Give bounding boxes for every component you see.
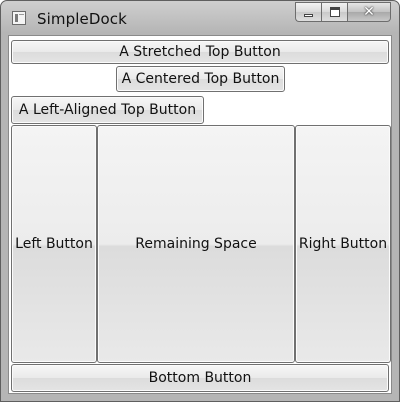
stretched-top-button[interactable]: A Stretched Top Button [11,40,389,64]
window-title: SimpleDock [37,10,127,28]
title-bar[interactable]: SimpleDock ✕ [1,1,399,35]
maximize-button[interactable] [321,2,347,22]
window-app-icon[interactable] [12,11,26,25]
left-button[interactable]: Left Button [11,125,97,363]
close-icon: ✕ [363,4,375,20]
maximize-icon [330,7,340,17]
bottom-button[interactable]: Bottom Button [11,364,389,392]
left-aligned-top-button[interactable]: A Left-Aligned Top Button [11,96,204,124]
app-window: SimpleDock ✕ A Stretched Top Button A Ce… [0,0,400,402]
remaining-space-button[interactable]: Remaining Space [97,125,295,363]
minimize-button[interactable] [295,2,321,22]
caption-buttons: ✕ [295,2,391,22]
minimize-icon [304,14,313,17]
close-button[interactable]: ✕ [347,2,391,22]
right-button[interactable]: Right Button [295,125,391,363]
centered-top-button[interactable]: A Centered Top Button [116,66,285,92]
dock-panel: A Stretched Top Button A Centered Top Bu… [8,35,392,394]
